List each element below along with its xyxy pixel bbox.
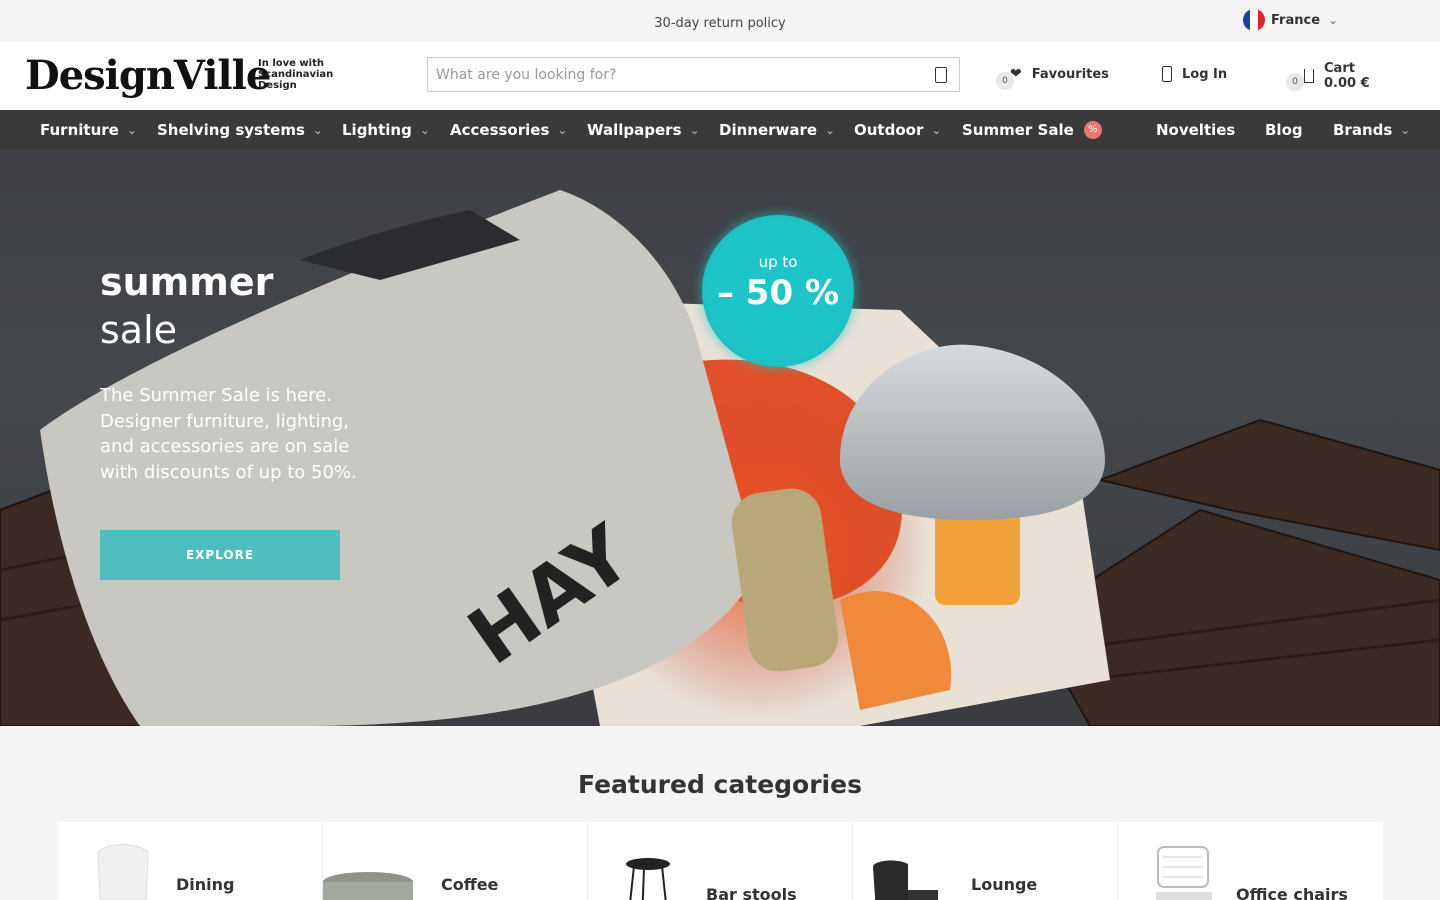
featured-categories-title: Featured categories	[578, 770, 862, 799]
language-label: France	[1271, 12, 1321, 28]
favourites-label: Favourites	[1031, 66, 1109, 82]
logo[interactable]: DesignVille	[25, 52, 271, 99]
category-card-lounge[interactable]: Lounge	[853, 822, 1118, 900]
header: DesignVille In love with Scandinavian De…	[0, 42, 1440, 110]
search-icon[interactable]	[935, 67, 947, 83]
favourites-link[interactable]: 0 ❤ Favourites	[996, 66, 1109, 90]
hero-banner: HAY summer sale The Summer Sale is here.…	[0, 150, 1440, 726]
cart-icon	[1304, 69, 1314, 83]
office-chair-icon	[1156, 846, 1212, 900]
nav-item-label: Shelving systems	[157, 121, 305, 139]
nav-item-label: Furniture	[40, 121, 119, 139]
france-flag-icon	[1243, 9, 1265, 31]
discount-badge: up to – 50 %	[702, 215, 854, 367]
nav-item-brands[interactable]: Brands ⌄	[1333, 121, 1410, 139]
nav-item-blog[interactable]: Blog	[1265, 121, 1303, 139]
nav-item-lighting[interactable]: Lighting ⌄	[342, 121, 430, 139]
chevron-down-icon: ⌄	[557, 123, 568, 137]
sale-percent-badge: %	[1083, 121, 1102, 139]
favourites-count-badge: 0	[996, 72, 1014, 90]
nav-item-summer-sale[interactable]: Summer Sale%	[962, 121, 1102, 139]
dining-chair-icon	[97, 844, 149, 900]
hero-title-light: sale	[100, 308, 178, 352]
nav-item-label: Summer Sale	[962, 121, 1074, 139]
search-box	[427, 57, 960, 92]
category-card-office-chairs[interactable]: Office chairs	[1118, 822, 1383, 900]
top-bar: 30-day return policy France ⌄	[0, 0, 1440, 42]
lounge-chair-icon	[873, 860, 938, 900]
hero-title-bold: summer	[100, 260, 274, 304]
nav-item-accessories[interactable]: Accessories ⌄	[450, 121, 567, 139]
return-policy-text: 30-day return policy	[654, 16, 786, 31]
cart-total: 0.00 €	[1324, 76, 1370, 91]
nav-item-shelving-systems[interactable]: Shelving systems ⌄	[157, 121, 323, 139]
nav-item-label: Brands	[1333, 121, 1393, 139]
chevron-down-icon: ⌄	[825, 123, 836, 137]
category-card-coffee[interactable]: Coffee	[323, 822, 588, 900]
nav-item-label: Novelties	[1156, 121, 1236, 139]
cart-label: Cart	[1324, 61, 1355, 76]
chevron-down-icon: ⌄	[419, 123, 430, 137]
cart-count-badge: 0	[1286, 73, 1304, 91]
category-name: Office chairs	[1236, 885, 1348, 900]
bar-stool-icon	[626, 858, 670, 900]
chevron-down-icon: ⌄	[689, 123, 700, 137]
coffee-table-icon	[323, 872, 413, 900]
nav-item-label: Lighting	[342, 121, 412, 139]
nav-item-label: Blog	[1265, 121, 1303, 139]
nav-item-label: Outdoor	[854, 121, 924, 139]
category-name: Coffee	[441, 875, 499, 894]
chevron-down-icon: ⌄	[931, 123, 942, 137]
cart-link[interactable]: 0 Cart 0.00 €	[1286, 61, 1370, 91]
chevron-down-icon: ⌄	[1400, 123, 1411, 137]
login-link[interactable]: Log In	[1162, 66, 1227, 82]
discount-badge-amount: – 50 %	[716, 273, 840, 313]
chevron-down-icon: ⌄	[1328, 13, 1339, 27]
chevron-down-icon: ⌄	[126, 123, 137, 137]
nav-item-label: Accessories	[450, 121, 550, 139]
category-card-dining[interactable]: Dining	[58, 822, 323, 900]
user-icon	[1162, 66, 1172, 82]
category-name: Lounge	[971, 875, 1038, 894]
nav-item-novelties[interactable]: Novelties	[1156, 121, 1235, 139]
login-label: Log In	[1182, 66, 1228, 82]
search-input[interactable]	[428, 58, 908, 91]
nav-item-wallpapers[interactable]: Wallpapers ⌄	[587, 121, 700, 139]
nav-item-outdoor[interactable]: Outdoor ⌄	[854, 121, 941, 139]
nav-item-label: Wallpapers	[587, 121, 682, 139]
category-name: Dining	[176, 875, 235, 894]
category-card-bar-stools[interactable]: Bar stools	[588, 822, 853, 900]
main-nav: Furniture ⌄ Shelving systems ⌄ Lighting ⌄ A…	[0, 110, 1440, 150]
category-name: Bar stools	[706, 885, 797, 900]
hero-title: summer sale	[100, 258, 273, 354]
discount-badge-top: up to	[758, 253, 798, 271]
tagline: In love with Scandinavian Design	[258, 58, 334, 91]
chevron-down-icon: ⌄	[312, 123, 323, 137]
explore-button[interactable]: EXPLORE	[100, 530, 340, 580]
language-selector[interactable]: France ⌄	[1243, 9, 1338, 31]
nav-item-label: Dinnerware	[719, 121, 818, 139]
nav-item-dinnerware[interactable]: Dinnerware ⌄	[719, 121, 835, 139]
hero-description: The Summer Sale is here. Designer furnit…	[100, 385, 357, 483]
nav-item-furniture[interactable]: Furniture ⌄	[40, 121, 137, 139]
